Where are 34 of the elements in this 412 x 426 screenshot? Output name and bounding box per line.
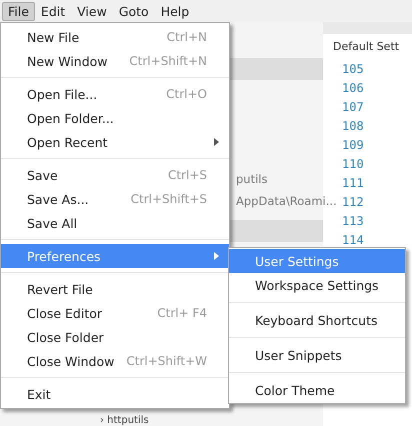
sidebar-item[interactable]: › httputils [100, 416, 149, 426]
menu-bar-item[interactable]: File [2, 2, 35, 20]
menu-item[interactable]: User Snippets [229, 343, 405, 367]
menu-item[interactable]: Color Theme [229, 378, 405, 402]
menu-item[interactable]: Close Window Ctrl+Shift+W [1, 349, 229, 373]
menu-item[interactable]: Workspace Settings [229, 273, 405, 297]
menu-item[interactable]: Open Folder... [1, 106, 229, 130]
menu-item[interactable]: Close Editor Ctrl+ F4 [1, 301, 229, 325]
menu-item[interactable]: Keyboard Shortcuts [229, 308, 405, 332]
line-number: 108 [342, 118, 365, 135]
menu-item[interactable]: Save All [1, 211, 229, 235]
menu-item[interactable]: Revert File [1, 277, 229, 301]
menu-bar-item[interactable]: View [71, 2, 113, 20]
line-number: 107 [342, 99, 365, 116]
menu-item[interactable]: New Window Ctrl+Shift+N [1, 49, 229, 73]
menu-item[interactable]: Exit [1, 382, 229, 406]
menu-item[interactable]: Save Ctrl+S [1, 163, 229, 187]
line-number: 109 [342, 137, 365, 154]
line-number: 114 [342, 232, 365, 249]
editor-tab[interactable]: Default Sett [333, 40, 400, 52]
line-number: 105 [342, 61, 365, 78]
menu-item[interactable]: Close Folder [1, 325, 229, 349]
menu-item[interactable]: New File Ctrl+N [1, 25, 229, 49]
menu-bar-item[interactable]: Help [154, 2, 196, 20]
menu-item[interactable]: Save As... Ctrl+Shift+S [1, 187, 229, 211]
line-number: 113 [342, 213, 365, 230]
menu-item[interactable]: Open File... Ctrl+O [1, 82, 229, 106]
menu-bar-item[interactable]: Goto [112, 2, 155, 20]
menu-bar-item[interactable]: Edit [34, 2, 72, 20]
line-number: 112 [342, 194, 365, 211]
line-number: 106 [342, 80, 365, 97]
line-number: 110 [342, 156, 365, 173]
menu-item[interactable]: Open Recent [1, 130, 229, 154]
line-number: 111 [342, 175, 365, 192]
